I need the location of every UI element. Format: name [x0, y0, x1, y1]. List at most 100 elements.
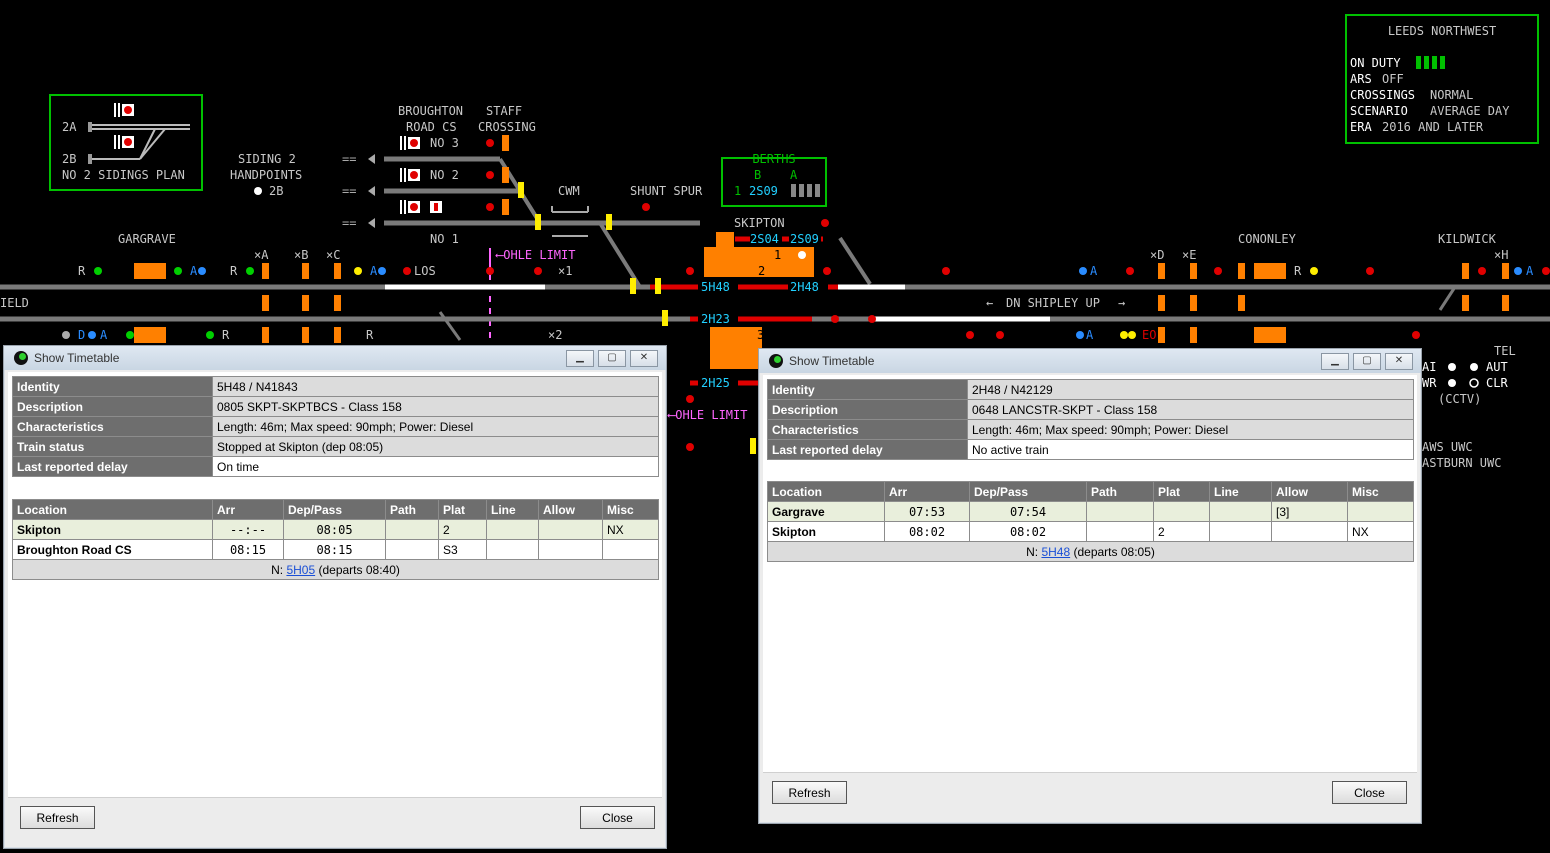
table-row[interactable]: Skipton --:-- 08:05 2 NX	[12, 519, 659, 540]
train-description-2h48[interactable]: 2H48	[790, 280, 819, 294]
col-allow[interactable]: Allow	[1271, 481, 1348, 502]
train-details-table: Identity 2H48 / N42129 Description 0648 LA…	[767, 379, 1414, 460]
close-button[interactable]: Close	[580, 806, 655, 829]
timetable-window-5h48[interactable]: Show Timetable ▁ ▢ ✕ Identity 5H48 / N418…	[3, 345, 667, 849]
detail-value: On time	[212, 456, 659, 477]
crossings-label: CROSSINGS	[1350, 88, 1415, 102]
table-row[interactable]: Gargrave 07:53 07:54 [3]	[767, 501, 1414, 522]
on-duty-label: ON DUTY	[1350, 56, 1401, 70]
window-titlebar[interactable]: Show Timetable ▁ ▢ ✕	[4, 346, 666, 370]
cell-misc	[602, 539, 659, 560]
detail-row-train-status: Train status Stopped at Skipton (dep 08:0…	[12, 436, 659, 457]
signal-label-r1: R	[78, 264, 86, 278]
berths-title: BERTHS	[752, 152, 795, 166]
window-content: Identity 5H48 / N41843 Description 0805 SK…	[8, 372, 662, 844]
timetable-window-2h48[interactable]: Show Timetable ▁ ▢ ✕ Identity 2H48 / N421…	[758, 348, 1422, 824]
sidings-2b-label: 2B	[62, 152, 76, 166]
next-working-cell: N: 5H48 (departs 08:05)	[767, 541, 1414, 562]
label-broughton: BROUGHTON	[398, 104, 463, 118]
col-plat[interactable]: Plat	[1153, 481, 1210, 502]
col-plat[interactable]: Plat	[438, 499, 487, 520]
detail-key: Last reported delay	[12, 456, 213, 477]
col-dep-pass[interactable]: Dep/Pass	[283, 499, 386, 520]
label-ai: AI	[1422, 360, 1436, 374]
platform-1-label: 1	[774, 248, 781, 262]
aut-indicator[interactable]	[1470, 363, 1478, 371]
next-working-link[interactable]: 5H05	[286, 563, 315, 577]
sidings-2a-label: 2A	[62, 120, 77, 134]
col-path[interactable]: Path	[1086, 481, 1154, 502]
next-working-prefix: N:	[1026, 544, 1039, 559]
next-working-row: N: 5H48 (departs 08:05)	[767, 541, 1414, 562]
col-dep-pass[interactable]: Dep/Pass	[969, 481, 1087, 502]
label-cononley: CONONLEY	[1238, 232, 1297, 246]
cell-plat: S3	[438, 539, 487, 560]
cell-location: Gargrave	[767, 501, 885, 522]
train-description-2s04[interactable]: 2S04	[750, 232, 779, 246]
train-description-5h48[interactable]: 5H48	[701, 280, 730, 294]
cell-line	[1209, 501, 1272, 522]
handpoint-2b-indicator[interactable]	[254, 187, 262, 195]
table-row[interactable]: Broughton Road CS 08:15 08:15 S3	[12, 539, 659, 560]
col-arr[interactable]: Arr	[212, 499, 284, 520]
cell-location: Skipton	[12, 519, 213, 540]
minimize-icon[interactable]: ▁	[1321, 353, 1349, 370]
crossing-label-xb: ×B	[294, 248, 308, 262]
detail-row-characteristics: Characteristics Length: 46m; Max speed: 9…	[12, 416, 659, 437]
crossing-label-xd: ×D	[1150, 248, 1164, 262]
cell-plat: 2	[1153, 521, 1210, 542]
clr-indicator[interactable]	[1469, 378, 1479, 388]
signal-label-r3: R	[1294, 264, 1302, 278]
col-misc[interactable]: Misc	[1347, 481, 1414, 502]
window-button-bar: Refresh Close	[8, 797, 662, 844]
cell-path	[1086, 521, 1154, 542]
col-arr[interactable]: Arr	[884, 481, 970, 502]
train-description-2s09[interactable]: 2S09	[790, 232, 819, 246]
label-shunt-spur: SHUNT SPUR	[630, 184, 703, 198]
ohle-limit-label: ⟵OHLE LIMIT	[495, 248, 575, 262]
cell-location: Skipton	[767, 521, 885, 542]
col-location[interactable]: Location	[12, 499, 213, 520]
close-icon[interactable]: ✕	[630, 350, 658, 367]
col-line[interactable]: Line	[486, 499, 539, 520]
cell-path	[385, 539, 439, 560]
detail-key: Description	[12, 396, 213, 417]
cell-dep: 08:05	[283, 519, 386, 540]
svg-text:==: ==	[342, 216, 356, 230]
close-button[interactable]: Close	[1332, 781, 1407, 804]
next-working-row: N: 5H05 (departs 08:40)	[12, 559, 659, 580]
scenario-value: AVERAGE DAY	[1430, 104, 1510, 118]
detail-row-last-delay: Last reported delay No active train	[767, 439, 1414, 460]
refresh-button[interactable]: Refresh	[772, 781, 847, 804]
train-description-2h25[interactable]: 2H25	[701, 376, 730, 390]
label-aws-uwc: AWS UWC	[1422, 440, 1473, 454]
cell-arr: --:--	[212, 519, 284, 540]
detail-row-last-delay: Last reported delay On time	[12, 456, 659, 477]
close-icon[interactable]: ✕	[1385, 353, 1413, 370]
signal-label-r4: R	[222, 328, 230, 342]
label-skipton: SKIPTON	[734, 216, 785, 230]
window-titlebar[interactable]: Show Timetable ▁ ▢ ✕	[759, 349, 1421, 373]
train-description-2h23[interactable]: 2H23	[701, 312, 730, 326]
berths-entry[interactable]: 2S09	[749, 184, 778, 198]
minimize-icon[interactable]: ▁	[566, 350, 594, 367]
label-eastburn-uwc: ASTBURN UWC	[1422, 456, 1501, 470]
col-allow[interactable]: Allow	[538, 499, 603, 520]
detail-key: Identity	[767, 379, 968, 400]
col-path[interactable]: Path	[385, 499, 439, 520]
next-working-suffix: (departs 08:40)	[318, 562, 400, 577]
col-location[interactable]: Location	[767, 481, 885, 502]
label-siding2: SIDING 2	[238, 152, 296, 166]
cell-plat	[1153, 501, 1210, 522]
era-value: 2016 AND LATER	[1382, 120, 1484, 134]
detail-value: 5H48 / N41843	[212, 376, 659, 397]
next-working-link[interactable]: 5H48	[1041, 545, 1070, 559]
col-misc[interactable]: Misc	[602, 499, 659, 520]
label-clr: CLR	[1486, 376, 1508, 390]
label-tel: TEL	[1494, 344, 1516, 358]
maximize-icon[interactable]: ▢	[1353, 353, 1381, 370]
maximize-icon[interactable]: ▢	[598, 350, 626, 367]
table-row[interactable]: Skipton 08:02 08:02 2 NX	[767, 521, 1414, 542]
col-line[interactable]: Line	[1209, 481, 1272, 502]
refresh-button[interactable]: Refresh	[20, 806, 95, 829]
